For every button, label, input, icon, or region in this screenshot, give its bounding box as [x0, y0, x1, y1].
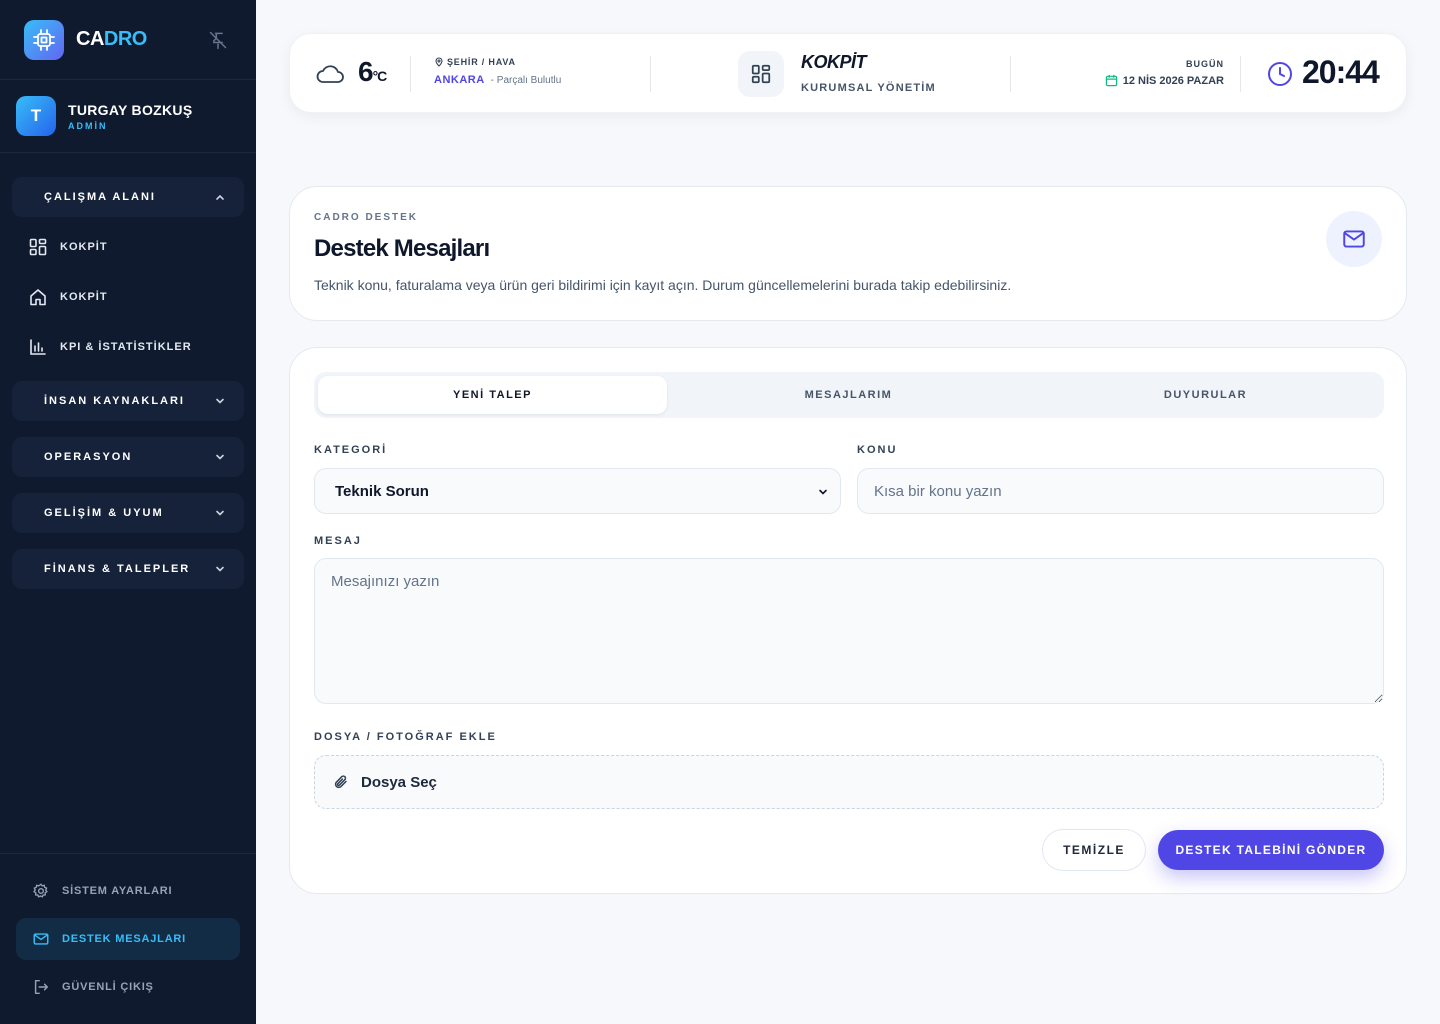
grid-icon: [29, 238, 47, 256]
pin-off-icon[interactable]: [208, 30, 228, 50]
user-profile[interactable]: T TURGAY BOZKUŞ ADMİN: [0, 80, 256, 153]
group-insan-kaynaklari[interactable]: İNSAN KAYNAKLARI: [12, 381, 244, 421]
chevron-down-icon: [216, 510, 224, 516]
chevron-up-icon: [216, 194, 224, 200]
city-line: ANKARA - Parçalı Bulutlu: [434, 74, 561, 86]
group-label: FİNANS & TALEPLER: [44, 563, 191, 575]
sidebar-item-kpi[interactable]: KPI & İSTATİSTİKLER: [28, 335, 192, 359]
support-form-card: YENİ TALEP MESAJLARIM DUYURULAR KATEGORİ…: [289, 347, 1407, 894]
bar-chart-icon: [30, 339, 46, 355]
chevron-down-icon: [819, 489, 827, 495]
divider: [1240, 56, 1241, 92]
city-name: ANKARA: [434, 74, 485, 86]
sidebar-item-support[interactable]: DESTEK MESAJLARI: [16, 918, 240, 960]
message-label: MESAJ: [314, 535, 362, 547]
sidebar-item-logout[interactable]: GÜVENLİ ÇIKIŞ: [16, 966, 240, 1008]
sidebar-item-kokpit-home[interactable]: KOKPİT: [28, 285, 108, 309]
category-select[interactable]: Teknik Sorun: [314, 468, 841, 514]
sidebar: CADRO T TURGAY BOZKUŞ ADMİN ÇALIŞMA ALAN…: [0, 0, 256, 1024]
sidebar-item-label: KOKPİT: [60, 291, 108, 303]
user-name: TURGAY BOZKUŞ: [68, 101, 193, 118]
mail-icon: [1326, 211, 1382, 267]
group-finans-talepler[interactable]: FİNANS & TALEPLER: [12, 549, 244, 589]
tab-mesajlarim[interactable]: MESAJLARIM: [674, 376, 1023, 414]
clock-icon: [1268, 62, 1292, 86]
submit-button[interactable]: DESTEK TALEBİNİ GÖNDER: [1158, 830, 1384, 870]
chevron-down-icon: [216, 398, 224, 404]
sidebar-item-label: KPI & İSTATİSTİKLER: [60, 341, 192, 353]
group-label: GELİŞİM & UYUM: [44, 507, 164, 519]
clear-button[interactable]: TEMİZLE: [1042, 829, 1146, 871]
map-pin-icon: [435, 57, 443, 67]
file-button-label: Dosya Seç: [361, 773, 437, 791]
subject-label: KONU: [857, 444, 898, 456]
divider: [1010, 56, 1011, 92]
message-textarea[interactable]: [314, 558, 1384, 704]
chevron-down-icon: [216, 454, 224, 460]
avatar: T: [16, 96, 56, 136]
cloud-icon: [316, 65, 344, 83]
chevron-down-icon: [216, 566, 224, 572]
city-weather-label: ŞEHİR / HAVA: [434, 57, 516, 67]
sidebar-item-label: DESTEK MESAJLARI: [62, 933, 187, 945]
mail-icon: [33, 933, 49, 945]
file-picker[interactable]: Dosya Seç: [314, 755, 1384, 809]
group-gelisim-uyum[interactable]: GELİŞİM & UYUM: [12, 493, 244, 533]
tab-bar: YENİ TALEP MESAJLARIM DUYURULAR: [314, 372, 1384, 418]
top-header: 6°C ŞEHİR / HAVA ANKARA - Parçalı Bulutl…: [289, 33, 1407, 113]
sidebar-item-settings[interactable]: SİSTEM AYARLARI: [16, 870, 240, 912]
tab-yeni-talep[interactable]: YENİ TALEP: [318, 376, 667, 414]
intro-kicker: CADRO DESTEK: [314, 212, 419, 223]
sidebar-bottom: [0, 853, 256, 854]
sidebar-item-label: KOKPİT: [60, 241, 108, 253]
today-label: BUGÜN: [1186, 59, 1224, 69]
support-intro-card: CADRO DESTEK Destek Mesajları Teknik kon…: [289, 186, 1407, 321]
grid-icon: [751, 64, 771, 84]
page-title: Destek Mesajları: [314, 235, 490, 262]
weather-condition: - Parçalı Bulutlu: [490, 74, 562, 86]
sidebar-item-label: GÜVENLİ ÇIKIŞ: [62, 981, 154, 993]
group-operasyon[interactable]: OPERASYON: [12, 437, 244, 477]
divider: [650, 56, 651, 92]
calendar-icon: [1105, 74, 1117, 87]
group-label: ÇALIŞMA ALANI: [44, 191, 156, 203]
file-label: DOSYA / FOTOĞRAF EKLE: [314, 731, 497, 743]
cockpit-subtitle: KURUMSAL YÖNETİM: [801, 82, 936, 94]
logout-icon: [34, 979, 49, 995]
subject-input[interactable]: [857, 468, 1384, 514]
page-description: Teknik konu, faturalama veya ürün geri b…: [314, 277, 1012, 293]
paperclip-icon: [334, 775, 347, 789]
cockpit-title: KOKPİT: [801, 52, 867, 72]
group-calisma-alani[interactable]: ÇALIŞMA ALANI: [12, 177, 244, 217]
group-label: İNSAN KAYNAKLARI: [44, 395, 185, 407]
today-date: 12 NİS 2026 PAZAR: [1105, 74, 1224, 87]
sidebar-item-kokpit[interactable]: KOKPİT: [28, 235, 108, 259]
category-label: KATEGORİ: [314, 444, 388, 456]
brand-name: CADRO: [76, 28, 147, 50]
sidebar-item-label: SİSTEM AYARLARI: [62, 885, 173, 897]
home-icon: [30, 289, 46, 306]
gear-icon: [33, 883, 48, 898]
cockpit-icon-box: [738, 51, 784, 97]
clock-time: 20:44: [1302, 54, 1380, 90]
divider: [410, 56, 411, 92]
category-value: Teknik Sorun: [335, 482, 429, 500]
user-role: ADMİN: [68, 120, 108, 131]
tab-duyurular[interactable]: DUYURULAR: [1031, 376, 1380, 414]
cpu-icon: [24, 19, 64, 60]
temperature: 6°C: [358, 56, 387, 87]
group-label: OPERASYON: [44, 451, 133, 463]
